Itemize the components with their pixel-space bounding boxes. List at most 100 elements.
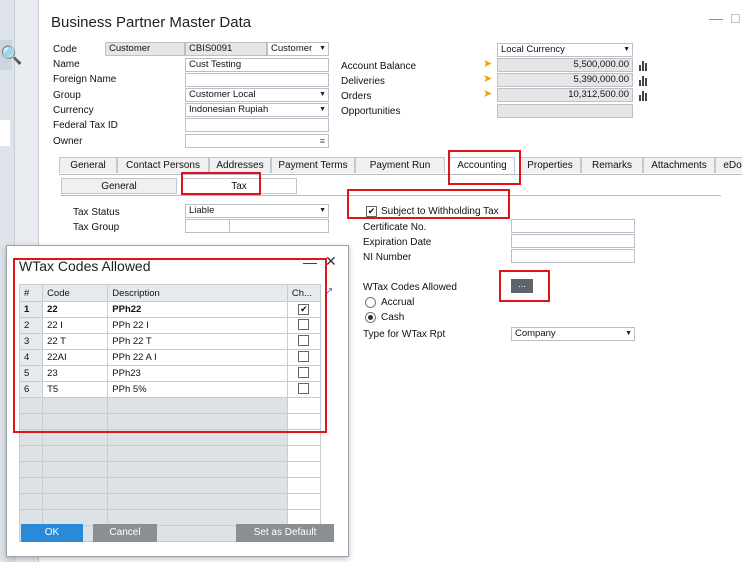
row-choose-cell (286, 365, 322, 382)
code-field[interactable]: CBIS0091 (185, 42, 267, 56)
row-number: 4 (18, 349, 44, 366)
federal-tax-field[interactable] (185, 118, 329, 132)
row-choose-checkbox[interactable] (298, 318, 310, 330)
cancel-button[interactable]: Cancel (93, 524, 157, 542)
search-icon[interactable]: 🔍 (0, 40, 22, 70)
bar-chart-icon[interactable] (639, 89, 649, 101)
link-arrow-icon[interactable]: ➤ (483, 89, 495, 100)
tab-bar: General Contact Persons Addresses Paymen… (59, 157, 742, 175)
wtax-codes-dialog: WTax Codes Allowed — ✕ ↗ # Code Descript… (6, 245, 349, 557)
cash-radio[interactable] (365, 312, 376, 323)
orders-label: Orders (341, 91, 372, 102)
table-row[interactable]: 1 22 PPh22 ✔ (18, 301, 322, 318)
tab-edoc[interactable]: eDoc (715, 157, 742, 173)
table-row[interactable]: 3 22 T PPh 22 T (18, 333, 322, 350)
group-value: Customer Local (189, 89, 256, 100)
tax-group-code-field[interactable] (185, 219, 231, 233)
row-choose-checkbox[interactable] (298, 334, 310, 346)
col-header-code[interactable]: Code (42, 284, 109, 302)
window-title: Business Partner Master Data (51, 14, 252, 31)
tax-status-label: Tax Status (73, 207, 120, 218)
foreign-name-field[interactable] (185, 73, 329, 87)
code-type-field[interactable]: Customer (105, 42, 185, 56)
maximize-icon[interactable]: □ (731, 10, 739, 26)
link-arrow-icon[interactable]: ➤ (483, 59, 495, 70)
tab-properties[interactable]: Properties (519, 157, 581, 173)
table-row[interactable]: 5 23 PPh23 (18, 365, 322, 382)
name-field[interactable]: Cust Testing (185, 58, 329, 72)
row-number: 5 (18, 365, 44, 382)
bar-chart-icon[interactable] (639, 74, 649, 86)
row-number: 1 (18, 301, 44, 318)
currency-display-value: Local Currency (501, 44, 565, 55)
group-select[interactable]: Customer Local (185, 88, 329, 102)
currency-select[interactable]: Indonesian Rupiah (185, 103, 329, 117)
empty-row (18, 397, 322, 414)
row-description: PPh22 (107, 301, 288, 318)
expiration-field[interactable] (511, 234, 635, 248)
row-number: 2 (18, 317, 44, 334)
accrual-radio[interactable] (365, 297, 376, 308)
row-choose-checkbox[interactable] (298, 350, 310, 362)
left-panel-selection (0, 120, 10, 146)
currency-display-select[interactable]: Local Currency (497, 43, 633, 57)
row-description: PPh 22 I (107, 317, 288, 334)
wtax-codes-table: # Code Description Ch... 1 22 PPh22 ✔ 2 22 IP… (18, 284, 322, 542)
tab-remarks[interactable]: Remarks (581, 157, 643, 173)
currency-value: Indonesian Rupiah (189, 104, 269, 115)
minimize-icon[interactable]: — (303, 254, 317, 270)
row-choose-checkbox[interactable]: ✔ (298, 304, 310, 315)
minimize-icon[interactable]: — (709, 10, 723, 26)
orders-value: 10,312,500.00 (497, 88, 633, 102)
wtax-codes-button[interactable]: ... (511, 279, 533, 293)
group-label: Group (53, 90, 81, 101)
account-balance-label: Account Balance (341, 61, 417, 72)
empty-row (18, 461, 322, 478)
col-header-description[interactable]: Description (107, 284, 288, 302)
table-row[interactable]: 2 22 I PPh 22 I (18, 317, 322, 334)
subtab-tax[interactable]: Tax (181, 178, 297, 194)
subject-withholding-checkbox[interactable]: ✔ (366, 206, 377, 217)
type-rpt-select[interactable]: Company (511, 327, 635, 341)
dialog-title: WTax Codes Allowed (19, 258, 151, 274)
close-icon[interactable]: ✕ (325, 253, 337, 270)
list-icon[interactable]: ≡ (320, 135, 325, 147)
table-row[interactable]: 6 T5 PPh 5% (18, 381, 322, 398)
row-code: T5 (42, 381, 109, 398)
set-default-button[interactable]: Set as Default (236, 524, 334, 542)
col-header-choose[interactable]: Ch... (286, 284, 322, 302)
deliveries-label: Deliveries (341, 76, 385, 87)
opportunities-label: Opportunities (341, 106, 401, 117)
row-code: 23 (42, 365, 109, 382)
code-group-select[interactable]: Customer (267, 42, 329, 56)
tab-payment-terms[interactable]: Payment Terms (271, 157, 355, 173)
tab-contact-persons[interactable]: Contact Persons (117, 157, 209, 173)
tab-payment-run[interactable]: Payment Run (355, 157, 445, 173)
ni-number-field[interactable] (511, 249, 635, 263)
tab-attachments[interactable]: Attachments (643, 157, 715, 173)
account-balance-value: 5,500,000.00 (497, 58, 633, 72)
bar-chart-icon[interactable] (639, 59, 649, 71)
tab-accounting[interactable]: Accounting (449, 157, 515, 174)
tab-general[interactable]: General (59, 157, 117, 173)
ni-number-label: NI Number (363, 252, 412, 263)
opportunities-value (497, 104, 633, 118)
row-choose-checkbox[interactable] (298, 366, 310, 378)
tax-status-select[interactable]: Liable (185, 204, 329, 218)
table-row[interactable]: 4 22AI PPh 22 A I (18, 349, 322, 366)
owner-field[interactable]: ≡ (185, 134, 329, 148)
certificate-field[interactable] (511, 219, 635, 233)
tax-status-value: Liable (189, 205, 215, 216)
link-arrow-icon[interactable]: ➤ (483, 74, 495, 85)
empty-row (18, 477, 322, 494)
row-choose-checkbox[interactable] (298, 382, 310, 394)
code-group-value: Customer (271, 43, 313, 54)
tax-group-name-field[interactable] (229, 219, 329, 233)
empty-row (18, 445, 322, 462)
tab-addresses[interactable]: Addresses (209, 157, 271, 173)
row-description: PPh23 (107, 365, 288, 382)
owner-label: Owner (53, 136, 83, 147)
subtab-general[interactable]: General (61, 178, 177, 194)
expand-icon[interactable]: ↗ (325, 286, 333, 297)
ok-button[interactable]: OK (21, 524, 83, 542)
